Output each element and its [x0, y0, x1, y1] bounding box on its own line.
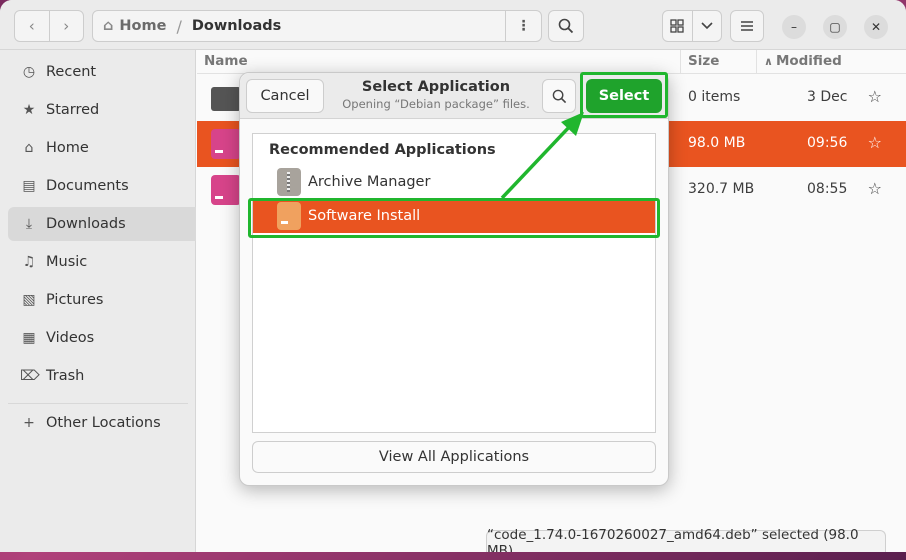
close-icon[interactable]: ✕: [864, 15, 888, 39]
select-application-dialog: Cancel Select Application Opening “Debia…: [239, 72, 669, 486]
view-switcher: [662, 10, 722, 42]
column-modified[interactable]: ∧ Modified: [764, 53, 842, 69]
hamburger-menu-button[interactable]: [730, 10, 764, 42]
deb-package-icon: [211, 175, 241, 205]
path-bar[interactable]: ⌂ Home / Downloads ⋮: [92, 10, 542, 42]
sidebar: ◷ Recent ★ Starred ⌂ Home ▤ Documents ⤓ …: [0, 50, 196, 552]
music-icon: ♫: [22, 254, 36, 270]
back-icon[interactable]: ‹: [15, 11, 50, 41]
sort-up-icon: ∧: [764, 55, 773, 68]
star-outline-icon[interactable]: ☆: [868, 179, 882, 198]
sidebar-item-starred[interactable]: ★ Starred: [8, 93, 196, 127]
maximize-icon[interactable]: ▢: [823, 15, 847, 39]
video-icon: ▦: [22, 330, 36, 346]
path-menu-icon[interactable]: ⋮: [505, 11, 541, 41]
search-icon: [552, 89, 566, 103]
dialog-title: Select Application: [361, 79, 511, 95]
star-outline-icon[interactable]: ☆: [868, 87, 882, 106]
grid-view-icon[interactable]: [663, 11, 693, 41]
column-divider: [680, 50, 681, 74]
column-name[interactable]: Name: [204, 53, 248, 69]
search-button[interactable]: [548, 10, 584, 42]
sidebar-item-recent[interactable]: ◷ Recent: [8, 55, 196, 89]
deb-package-icon: [211, 129, 241, 159]
trash-icon: ⌦: [20, 368, 40, 384]
view-all-applications-button[interactable]: View All Applications: [252, 441, 656, 473]
sidebar-item-home[interactable]: ⌂ Home: [8, 131, 196, 165]
chevron-down-icon[interactable]: [693, 11, 722, 41]
column-headers: Name Size ∧ Modified: [197, 50, 906, 74]
archive-manager-icon: [277, 168, 301, 196]
home-icon: ⌂: [103, 18, 114, 34]
dialog-subtitle: Opening “Debian package” files.: [342, 97, 530, 111]
plus-icon: +: [23, 415, 35, 431]
star-icon: ★: [22, 102, 36, 118]
sidebar-item-videos[interactable]: ▦ Videos: [8, 321, 196, 355]
download-icon: ⤓: [25, 216, 33, 232]
dialog-search-button[interactable]: [542, 79, 576, 113]
search-icon: [558, 18, 574, 34]
application-list: Recommended Applications Archive Manager…: [252, 133, 656, 433]
minimize-icon[interactable]: –: [782, 15, 806, 39]
app-item-archive-manager[interactable]: Archive Manager: [253, 165, 655, 199]
software-install-highlight-box: [248, 198, 660, 238]
sidebar-item-music[interactable]: ♫ Music: [8, 245, 196, 279]
forward-icon[interactable]: ›: [50, 11, 84, 41]
document-icon: ▤: [22, 178, 36, 194]
star-outline-icon[interactable]: ☆: [868, 133, 882, 152]
folder-icon: [211, 87, 241, 111]
sidebar-item-downloads[interactable]: ⤓ Downloads: [8, 207, 196, 241]
cancel-button[interactable]: Cancel: [246, 79, 324, 113]
status-bar: “code_1.74.0-1670260027_amd64.deb” selec…: [486, 527, 886, 552]
picture-icon: ▧: [22, 292, 36, 308]
path-current[interactable]: Downloads: [192, 18, 281, 34]
sidebar-item-other-locations[interactable]: + Other Locations: [8, 406, 196, 440]
column-size[interactable]: Size: [688, 53, 719, 69]
hamburger-icon: [741, 21, 753, 31]
nav-buttons: ‹ ›: [14, 10, 84, 42]
column-divider: [756, 50, 757, 74]
home-icon: ⌂: [24, 140, 34, 156]
sidebar-item-pictures[interactable]: ▧ Pictures: [8, 283, 196, 317]
sidebar-divider: [8, 403, 188, 404]
sidebar-item-documents[interactable]: ▤ Documents: [8, 169, 196, 203]
path-home[interactable]: ⌂ Home: [93, 18, 166, 34]
sidebar-item-trash[interactable]: ⌦ Trash: [8, 359, 196, 393]
path-separator: /: [176, 16, 182, 36]
recommended-heading: Recommended Applications: [269, 142, 496, 158]
select-highlight-box: [580, 72, 668, 118]
header-bar: ‹ › ⌂ Home / Downloads ⋮ – ▢ ✕: [0, 0, 906, 50]
clock-icon: ◷: [22, 64, 36, 80]
